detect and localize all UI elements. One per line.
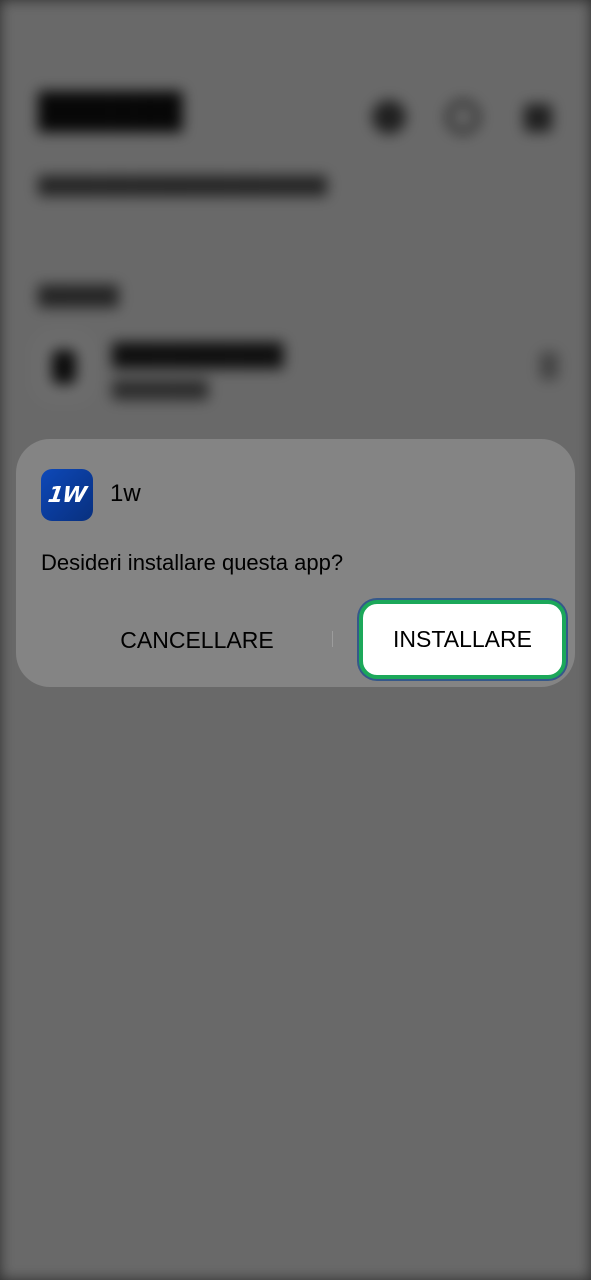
app-name: 1w	[110, 480, 141, 507]
install-button[interactable]: INSTALLARE	[363, 604, 562, 675]
install-dialog: 1W 1w Desideri installare questa app? CA…	[16, 439, 575, 687]
install-question: Desideri installare questa app?	[41, 550, 344, 575]
install-button-highlight: INSTALLARE	[359, 600, 566, 679]
button-divider	[332, 631, 333, 647]
app-icon-logo-text: 1W	[46, 482, 88, 508]
app-icon: 1W	[41, 469, 93, 521]
cancel-button[interactable]: CANCELLARE	[76, 611, 318, 669]
